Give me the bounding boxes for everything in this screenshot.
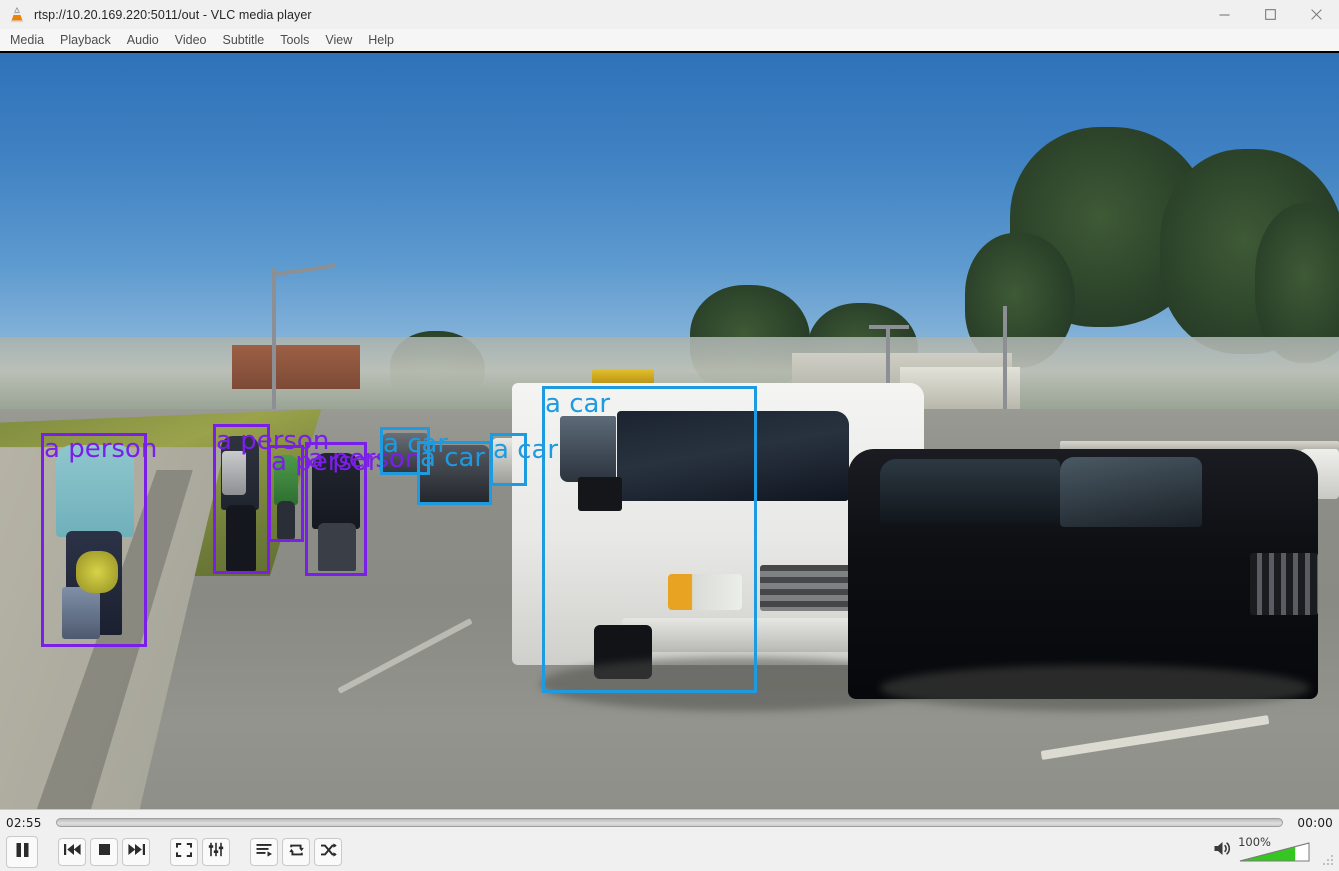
fullscreen-button[interactable]	[170, 838, 198, 866]
detection-overlay: a person a person a person a person a car a c…	[0, 53, 1339, 809]
seek-row: 02:55 00:00	[0, 810, 1339, 835]
vlc-cone-icon	[8, 6, 26, 24]
detection-label: a car	[545, 389, 611, 419]
menu-item-audio[interactable]: Audio	[119, 30, 167, 50]
detection-label: a person	[44, 434, 158, 464]
previous-button[interactable]	[58, 838, 86, 866]
menu-item-help[interactable]: Help	[360, 30, 402, 50]
window-controls	[1201, 0, 1339, 29]
vlc-window: rtsp://10.20.169.220:5011/out - VLC medi…	[0, 0, 1339, 871]
menu-item-playback[interactable]: Playback	[52, 30, 119, 50]
pause-icon	[15, 842, 30, 863]
window-title: rtsp://10.20.169.220:5011/out - VLC medi…	[34, 7, 312, 22]
playlist-icon	[256, 843, 273, 862]
close-button[interactable]	[1293, 0, 1339, 29]
detection-box-person	[41, 433, 147, 647]
video-surface[interactable]: a person a person a person a person a car a c…	[0, 53, 1339, 809]
equalizer-icon	[208, 842, 224, 862]
next-icon	[127, 843, 145, 861]
next-button[interactable]	[122, 838, 150, 866]
remaining-time: 00:00	[1297, 815, 1333, 830]
loop-button[interactable]	[282, 838, 310, 866]
menu-item-subtitle[interactable]: Subtitle	[215, 30, 273, 50]
elapsed-time: 02:55	[6, 815, 42, 830]
button-row: 100%	[0, 835, 1339, 871]
menu-item-tools[interactable]: Tools	[272, 30, 317, 50]
seek-slider[interactable]	[56, 818, 1283, 827]
volume-control[interactable]: 100%	[1213, 835, 1311, 865]
stop-button[interactable]	[90, 838, 118, 866]
stop-icon	[98, 843, 111, 861]
previous-icon	[63, 843, 81, 861]
maximize-button[interactable]	[1247, 0, 1293, 29]
menu-bar: Media Playback Audio Video Subtitle Tool…	[0, 29, 1339, 53]
fullscreen-icon	[176, 842, 192, 862]
speaker-icon[interactable]	[1213, 839, 1233, 863]
play-pause-button[interactable]	[6, 836, 38, 868]
loop-icon	[288, 843, 305, 862]
minimize-button[interactable]	[1201, 0, 1247, 29]
shuffle-icon	[320, 842, 337, 862]
control-bar: 02:55 00:00 100%	[0, 809, 1339, 871]
video-frame: a person a person a person a person a car a c…	[0, 53, 1339, 809]
detection-box-car	[542, 386, 757, 693]
menu-item-media[interactable]: Media	[2, 30, 52, 50]
menu-item-video[interactable]: Video	[167, 30, 215, 50]
playlist-button[interactable]	[250, 838, 278, 866]
title-bar: rtsp://10.20.169.220:5011/out - VLC medi…	[0, 0, 1339, 29]
menu-item-view[interactable]: View	[317, 30, 360, 50]
detection-label: a car	[420, 443, 486, 473]
resize-grip[interactable]	[1323, 855, 1335, 867]
random-button[interactable]	[314, 838, 342, 866]
extended-settings-button[interactable]	[202, 838, 230, 866]
volume-slider[interactable]	[1239, 841, 1311, 863]
